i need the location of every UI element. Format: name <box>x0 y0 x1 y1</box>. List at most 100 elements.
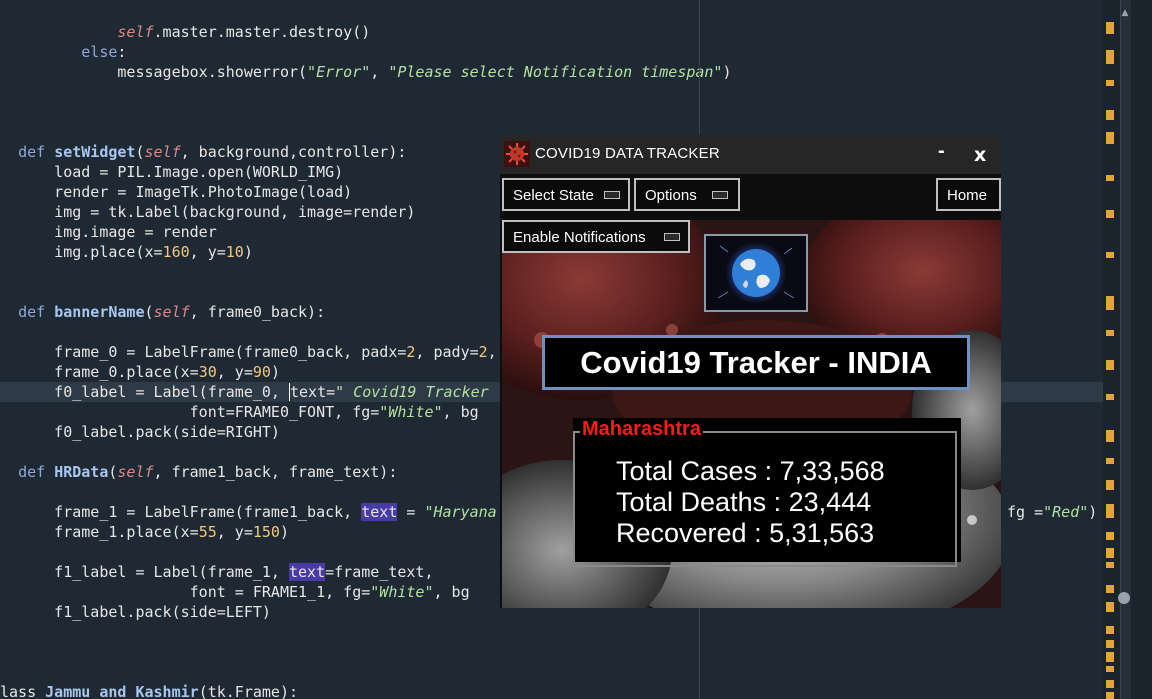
code-token: , <box>370 63 389 81</box>
code-token: : <box>117 43 127 61</box>
options-menu[interactable]: Options <box>634 178 740 211</box>
code-token: 160 <box>162 243 190 261</box>
code-line[interactable]: self.master.master.destroy() <box>0 22 370 42</box>
code-overflow-text: fg ="Red") <box>1007 503 1098 521</box>
code-token: ext= <box>299 383 336 401</box>
overview-ruler-mark <box>1106 80 1114 86</box>
state-name-label: Maharashtra <box>580 418 703 441</box>
code-line[interactable]: frame_0 = LabelFrame(frame0_back, padx= 2… <box>0 342 497 362</box>
overview-ruler-mark <box>1106 252 1114 258</box>
state-data-frame: Maharashtra Total Cases : 7,33,568 Total… <box>573 418 961 567</box>
overview-ruler-mark <box>1106 50 1114 64</box>
code-token: img.image = render <box>0 223 217 241</box>
code-token: 55 <box>198 523 217 541</box>
code-token: HRData <box>54 463 109 481</box>
dropdown-indicator-icon <box>604 191 620 199</box>
overview-ruler-mark <box>1106 585 1114 593</box>
enable-notifications-menu[interactable]: Enable Notifications <box>502 220 690 253</box>
overview-ruler-mark <box>1106 680 1114 688</box>
select-state-menu[interactable]: Select State <box>502 178 630 211</box>
dropdown-indicator-icon <box>712 191 728 199</box>
code-line[interactable]: lass Jammu_and_Kashmir(tk.Frame): <box>0 682 298 699</box>
overview-ruler-mark <box>1106 504 1114 518</box>
code-token: f0_label = Label(frame_0, <box>0 383 289 401</box>
overview-ruler-mark <box>1106 532 1114 540</box>
overview-ruler-mark <box>1106 360 1114 370</box>
scrollbar-thumb[interactable] <box>1118 592 1130 604</box>
code-line[interactable]: render = ImageTk.PhotoImage(load) <box>0 182 352 202</box>
code-token: (tk.Frame): <box>198 683 299 699</box>
total-deaths-text: Total Deaths : 23,444 <box>616 487 872 517</box>
code-line[interactable]: def bannerName(self, frame0_back): <box>0 302 325 322</box>
code-token: "White" <box>379 403 443 421</box>
dropdown-indicator-icon <box>664 233 680 241</box>
code-line[interactable]: frame_0.place(x=30, y=90) <box>0 362 280 382</box>
code-token: img.place(x= <box>0 243 163 261</box>
code-token: =frame_text, <box>325 563 434 581</box>
code-token: ) <box>279 523 289 541</box>
code-line[interactable]: img = tk.Label(background, image=render) <box>0 202 415 222</box>
code-line[interactable]: def HRData(self, frame1_back, frame_text… <box>0 462 397 482</box>
minimize-button[interactable]: - <box>938 140 945 163</box>
code-token: bannerName <box>54 303 145 321</box>
code-token: , frame1_back, frame_text): <box>153 463 398 481</box>
code-line[interactable]: img.image = render <box>0 222 217 242</box>
overview-ruler-mark <box>1106 175 1114 181</box>
code-token: "Please select Notification timespan" <box>388 63 723 81</box>
code-token: , bg <box>442 403 479 421</box>
code-token: frame_1.place(x= <box>0 523 199 541</box>
overview-ruler-mark <box>1106 652 1114 662</box>
code-token: , y= <box>216 523 253 541</box>
code-line[interactable]: font = FRAME1_1, fg="White", bg <box>0 582 470 602</box>
code-token: , background,controller): <box>180 143 407 161</box>
overview-ruler-mark <box>1106 22 1114 34</box>
overview-ruler-mark <box>1106 132 1114 144</box>
code-line[interactable]: frame_1.place(x=55, y=150) <box>0 522 289 542</box>
code-line[interactable]: messagebox.showerror("Error", "Please se… <box>0 62 731 82</box>
world-image <box>704 234 808 312</box>
overview-ruler-mark <box>1106 458 1114 464</box>
home-button[interactable]: Home <box>936 178 1001 211</box>
code-line[interactable]: img.place(x=160, y=10) <box>0 242 253 262</box>
overview-ruler-mark <box>1106 548 1114 558</box>
code-line[interactable]: f1_label = Label(frame_1, text=frame_tex… <box>0 562 433 582</box>
close-button[interactable]: x <box>974 144 986 166</box>
code-token: img = tk.Label(background, image=render) <box>0 203 416 221</box>
code-line[interactable]: font=FRAME0_FONT, fg="White", bg <box>0 402 479 422</box>
code-line[interactable]: f1_label.pack(side=LEFT) <box>0 602 271 622</box>
code-token: 30 <box>198 363 217 381</box>
code-line[interactable]: load = PIL.Image.open(WORLD_IMG) <box>0 162 343 182</box>
code-token: "Error" <box>307 63 371 81</box>
total-cases-text: Total Cases : 7,33,568 <box>616 456 885 486</box>
code-token: self <box>144 143 181 161</box>
covid-tracker-window: COVID19 DATA TRACKER - x Select State Op… <box>500 134 1001 608</box>
code-line[interactable]: f0_label.pack(side=RIGHT) <box>0 422 280 442</box>
code-token: text <box>288 563 326 581</box>
overview-ruler-mark <box>1106 430 1114 442</box>
window-title: COVID19 DATA TRACKER <box>535 145 720 162</box>
code-line[interactable]: frame_1 = LabelFrame(frame1_back, text =… <box>0 502 497 522</box>
virus-icon <box>504 141 530 167</box>
code-token: f1_label.pack(side=LEFT) <box>0 603 271 621</box>
code-token: frame_0 = LabelFrame(frame0_back, padx= <box>0 343 407 361</box>
code-token: lass <box>0 683 46 699</box>
code-line[interactable]: else: <box>0 42 126 62</box>
scroll-up-arrow-icon[interactable]: ▲ <box>1120 8 1130 18</box>
code-token: self <box>117 463 154 481</box>
code-token: "White" <box>370 583 434 601</box>
overview-ruler-mark <box>1106 330 1114 336</box>
code-token: = <box>397 503 425 521</box>
overview-ruler-mark <box>1106 110 1114 120</box>
code-token: f0_label.pack(side=RIGHT) <box>0 423 280 441</box>
code-token: def <box>18 463 46 481</box>
code-token: , y= <box>216 363 253 381</box>
code-line[interactable]: def setWidget(self, background,controlle… <box>0 142 406 162</box>
code-token: ( <box>135 143 145 161</box>
code-token: 150 <box>252 523 280 541</box>
overview-ruler-mark <box>1106 692 1114 699</box>
window-titlebar[interactable]: COVID19 DATA TRACKER - x <box>500 134 1001 174</box>
